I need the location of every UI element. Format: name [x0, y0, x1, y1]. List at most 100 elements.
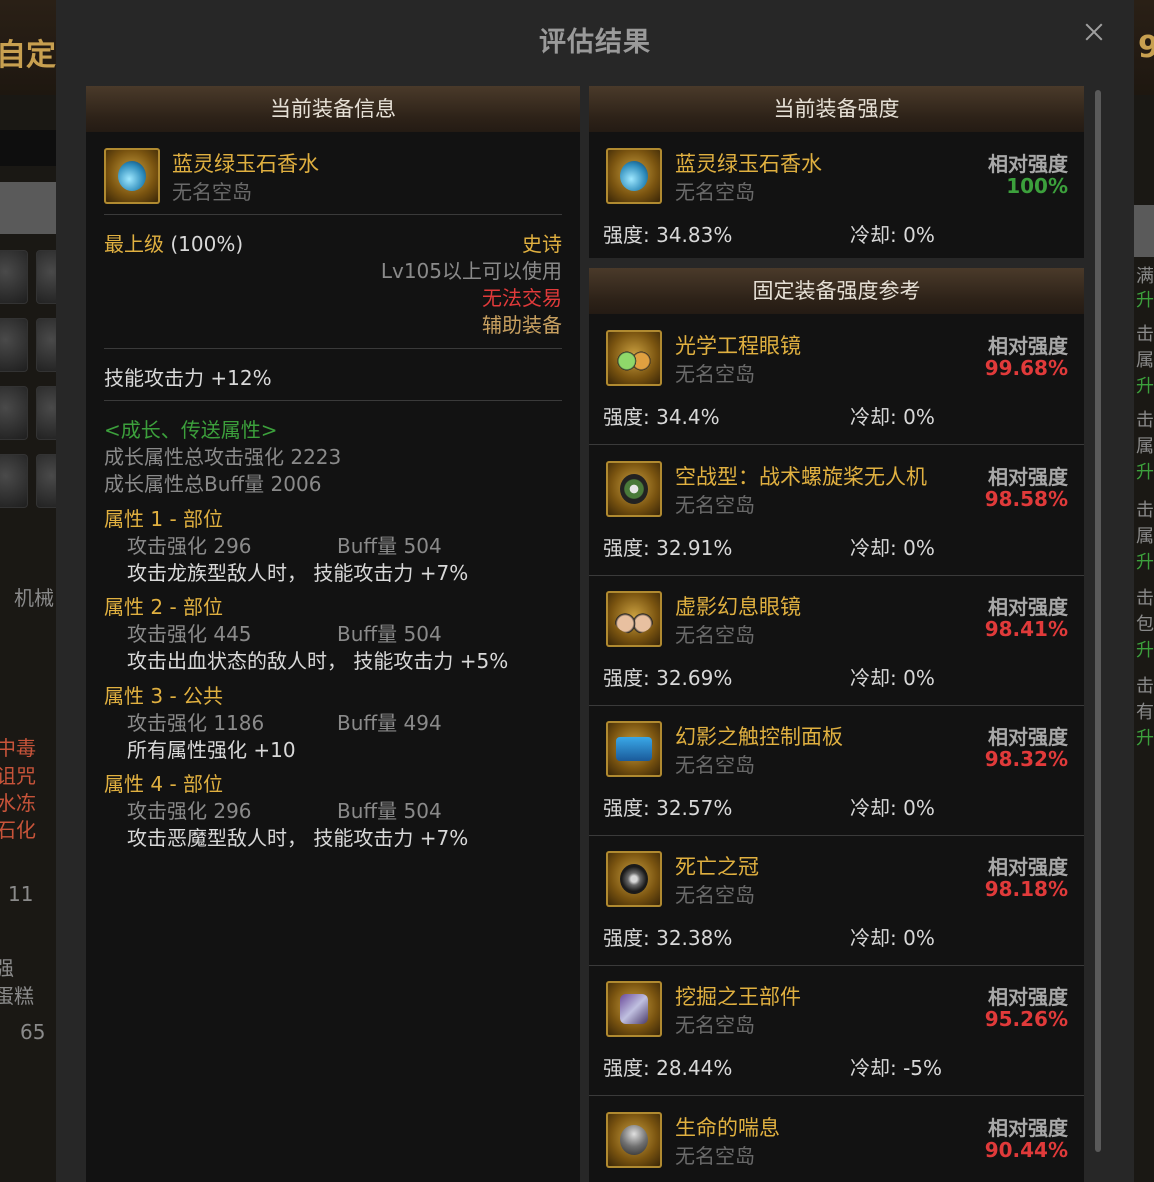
- grade-label: 最上级: [104, 232, 164, 256]
- background-text: 水冻: [0, 791, 36, 815]
- attribute-effect: 攻击龙族型敌人时， 技能攻击力 +7%: [127, 561, 469, 585]
- goggles-icon: [606, 330, 662, 386]
- relative-strength-value: 99.68%: [984, 356, 1068, 380]
- item-name: 光学工程眼镜: [675, 334, 801, 358]
- growth-header: <成长、传送属性>: [104, 418, 278, 442]
- attribute-buff: Buff量 504: [337, 799, 442, 823]
- background-text: 诅咒: [0, 764, 36, 788]
- skill-attack: 技能攻击力 +12%: [104, 366, 272, 390]
- background-banner: 9: [1134, 0, 1154, 95]
- drone-icon: [606, 461, 662, 517]
- perfume-icon: [606, 148, 662, 204]
- growth-total-buff: 成长属性总Buff量 2006: [104, 472, 322, 496]
- background-text: 升: [1136, 640, 1154, 661]
- background-text: 满: [1136, 266, 1154, 287]
- trade-status: 无法交易: [482, 286, 562, 310]
- item-name: 挖掘之王部件: [675, 985, 801, 1009]
- reference-item: 光学工程眼镜 无名空岛 相对强度 99.68% 强度: 34.4% 冷却: 0%: [589, 314, 1084, 445]
- equipment-slot: 辅助装备: [482, 313, 562, 337]
- background-panel: [0, 182, 56, 234]
- background-slot: [0, 318, 28, 372]
- background-slot: [36, 454, 56, 508]
- reference-item: 幻影之触控制面板 无名空岛 相对强度 98.32% 强度: 32.57% 冷却:…: [589, 705, 1084, 836]
- relative-strength-value: 98.41%: [984, 617, 1068, 641]
- attribute-attack: 攻击强化 1186: [127, 711, 265, 735]
- background-text: 强: [0, 956, 14, 980]
- attribute-attack: 攻击强化 445: [127, 622, 252, 646]
- drill-icon: [606, 981, 662, 1037]
- current-strength-panel: 当前装备强度 蓝灵绿玉石香水 无名空岛 相对强度 100% 强度: 34.83%…: [589, 86, 1084, 258]
- background-bar: [0, 130, 56, 166]
- background-slot: [36, 318, 56, 372]
- cooldown-value: 冷却: 0%: [850, 796, 935, 820]
- divider: [104, 348, 562, 349]
- item-source: 无名空岛: [675, 883, 755, 907]
- divider: [104, 214, 562, 215]
- background-right: 9 满 升 击 属 升 击 属 升 击 属 升 击 包 升 击 有 升: [1134, 0, 1154, 1182]
- equipment-info-panel: 当前装备信息 蓝灵绿玉石香水 无名空岛 最上级 (100%) 史诗 Lv105以…: [86, 86, 580, 1182]
- relative-strength-label: 相对强度: [988, 1116, 1068, 1140]
- attribute-buff: Buff量 504: [337, 622, 442, 646]
- background-slot: [0, 250, 28, 304]
- relative-strength-label: 相对强度: [988, 152, 1068, 176]
- attribute-effect: 攻击恶魔型敌人时， 技能攻击力 +7%: [127, 826, 469, 850]
- evaluation-modal: 评估结果 当前装备信息 蓝灵绿玉石香水 无名空岛 最上级 (100%) 史诗 L…: [56, 0, 1134, 1182]
- relative-strength-value: 95.26%: [984, 1007, 1068, 1031]
- item-name: 空战型：战术螺旋桨无人机: [675, 465, 927, 489]
- background-slot: [36, 386, 56, 440]
- grade-percent: (100%): [170, 232, 244, 256]
- background-text: 击: [1136, 676, 1154, 697]
- relative-strength-value: 98.18%: [984, 877, 1068, 901]
- reference-item: 生命的喘息 无名空岛 相对强度 90.44%: [589, 1096, 1084, 1182]
- strength-value: 强度: 32.57%: [603, 796, 733, 820]
- relative-strength-value: 98.32%: [984, 747, 1068, 771]
- attribute-title: 属性 2 - 部位: [104, 595, 224, 619]
- reference-item: 死亡之冠 无名空岛 相对强度 98.18% 强度: 32.38% 冷却: 0%: [589, 835, 1084, 966]
- background-text: 击: [1136, 500, 1154, 521]
- item-source: 无名空岛: [675, 1013, 755, 1037]
- relative-strength-value: 98.58%: [984, 487, 1068, 511]
- crown-icon: [606, 851, 662, 907]
- scrollbar[interactable]: [1095, 90, 1101, 1152]
- cooldown-value: 冷却: 0%: [850, 223, 935, 247]
- background-left: 自定义 机械 中毒 诅咒 水冻 石化 11 强 蛋糕 65: [0, 0, 56, 1182]
- background-text: 升: [1136, 462, 1154, 483]
- background-text: 石化: [0, 818, 36, 842]
- background-slot: [0, 454, 28, 508]
- close-icon[interactable]: [1082, 20, 1106, 44]
- attribute-title: 属性 4 - 部位: [104, 772, 224, 796]
- background-title: 自定义: [0, 38, 56, 73]
- background-text: 击: [1136, 324, 1154, 345]
- item-source: 无名空岛: [675, 1144, 755, 1168]
- reference-item: 挖掘之王部件 无名空岛 相对强度 95.26% 强度: 28.44% 冷却: -…: [589, 965, 1084, 1096]
- relative-strength-label: 相对强度: [988, 985, 1068, 1009]
- attribute-effect: 攻击出血状态的敌人时， 技能攻击力 +5%: [127, 649, 509, 673]
- reference-item: 虚影幻息眼镜 无名空岛 相对强度 98.41% 强度: 32.69% 冷却: 0…: [589, 575, 1084, 706]
- background-text: 蛋糕: [0, 984, 34, 1008]
- modal-title: 评估结果: [539, 27, 651, 58]
- growth-total-attack: 成长属性总攻击强化 2223: [104, 445, 342, 469]
- attribute-attack: 攻击强化 296: [127, 534, 252, 558]
- background-text: 击: [1136, 588, 1154, 609]
- background-text: 有: [1136, 702, 1154, 723]
- item-name: 虚影幻息眼镜: [675, 595, 801, 619]
- relative-strength-label: 相对强度: [988, 334, 1068, 358]
- relative-strength-label: 相对强度: [988, 855, 1068, 879]
- attribute-title: 属性 3 - 公共: [104, 684, 224, 708]
- relative-strength-value: 90.44%: [984, 1138, 1068, 1162]
- strength-value: 强度: 34.83%: [603, 223, 733, 247]
- grade-line: 最上级 (100%): [104, 228, 243, 257]
- strength-value: 强度: 34.4%: [603, 405, 720, 429]
- attribute-effect: 所有属性强化 +10: [127, 738, 296, 762]
- strength-value: 强度: 28.44%: [603, 1056, 733, 1080]
- item-name: 幻影之触控制面板: [675, 725, 843, 749]
- item-source: 无名空岛: [675, 493, 755, 517]
- relative-strength-label: 相对强度: [988, 725, 1068, 749]
- background-text: 升: [1136, 728, 1154, 749]
- panel-header: 当前装备信息: [86, 86, 580, 132]
- item-source: 无名空岛: [172, 180, 252, 204]
- background-text: 击: [1136, 410, 1154, 431]
- item-source: 无名空岛: [675, 753, 755, 777]
- attribute-title: 属性 1 - 部位: [104, 507, 224, 531]
- rarity: 史诗: [522, 232, 562, 256]
